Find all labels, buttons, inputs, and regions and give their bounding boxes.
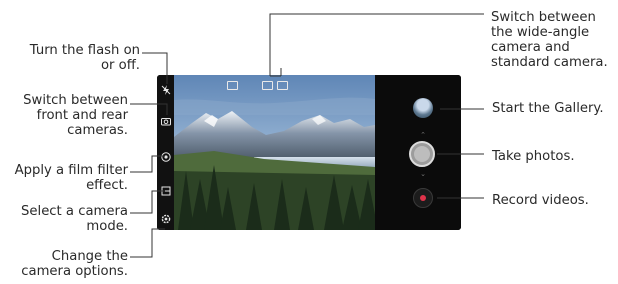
leader-lines <box>130 13 484 258</box>
